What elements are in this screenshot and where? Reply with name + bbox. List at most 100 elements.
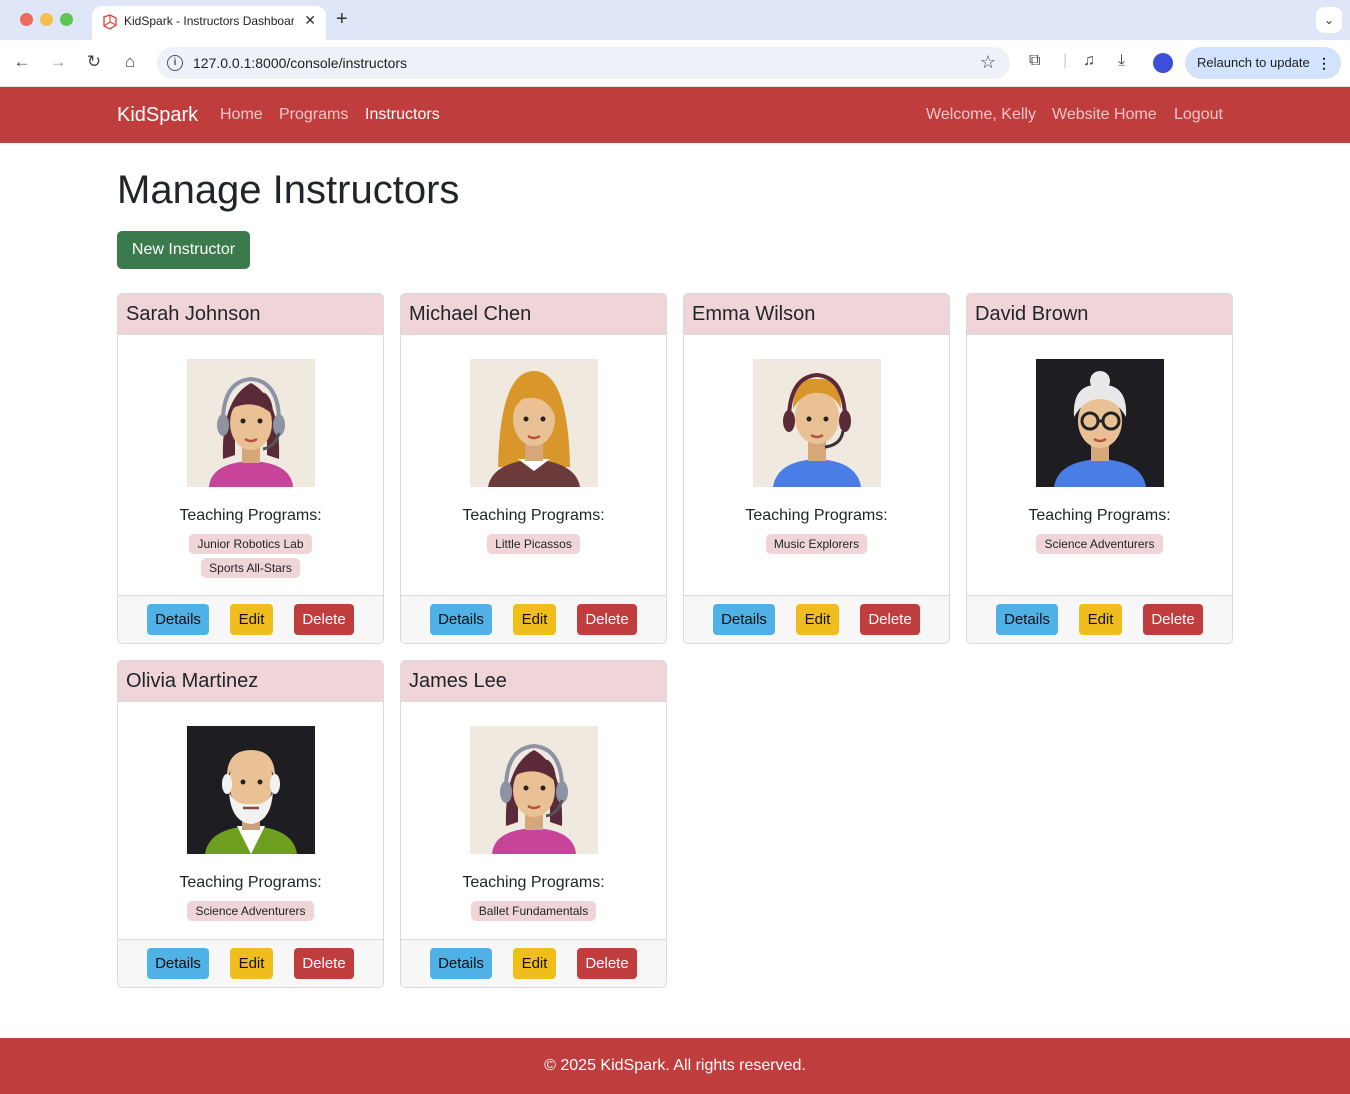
card-footer: Details Edit Delete (118, 939, 383, 987)
program-badge: Little Picassos (487, 534, 580, 554)
woman-headset-avatar (470, 726, 598, 854)
program-badge: Music Explorers (765, 534, 868, 554)
details-button[interactable]: Details (713, 604, 775, 635)
delete-button[interactable]: Delete (577, 604, 637, 635)
delete-button[interactable]: Delete (577, 948, 637, 979)
program-badge: Sports All-Stars (201, 558, 300, 578)
edit-button[interactable]: Edit (513, 604, 556, 635)
tab-title: KidSpark - Instructors Dashboard (124, 14, 294, 28)
instructor-card: James Lee Teaching Programs: Ballet Fund… (400, 660, 667, 988)
delete-button[interactable]: Delete (860, 604, 920, 635)
teaching-programs-label: Teaching Programs: (179, 874, 322, 891)
card-footer: Details Edit Delete (118, 595, 383, 643)
new-instructor-button[interactable]: New Instructor (117, 231, 250, 269)
home-icon[interactable]: ⌂ (120, 52, 140, 72)
edit-button[interactable]: Edit (513, 948, 556, 979)
delete-button[interactable]: Delete (294, 948, 354, 979)
details-button[interactable]: Details (996, 604, 1058, 635)
logout-link[interactable]: Logout (1174, 106, 1223, 124)
program-badge-list: Science Adventurers (118, 901, 383, 925)
program-badge-list: Little Picassos (401, 534, 666, 558)
man-headset-avatar (753, 359, 881, 487)
blonde-woman-avatar (470, 359, 598, 487)
page-title: Manage Instructors (117, 168, 460, 212)
browser-tab[interactable]: KidSpark - Instructors Dashboard ✕ (92, 6, 326, 40)
bookmark-star-icon[interactable]: ☆ (980, 52, 996, 73)
tab-search-chevron-icon[interactable]: ⌄ (1316, 7, 1342, 33)
woman-headset-avatar (187, 359, 315, 487)
relaunch-label: Relaunch to update (1197, 55, 1310, 70)
program-badge: Science Adventurers (1036, 534, 1163, 554)
close-tab-icon[interactable]: ✕ (304, 12, 316, 29)
edit-button[interactable]: Edit (230, 948, 273, 979)
edit-button[interactable]: Edit (230, 604, 273, 635)
profile-avatar-icon[interactable] (1153, 53, 1173, 73)
bearded-elder-avatar (187, 726, 315, 854)
instructor-card: Michael Chen Teaching Programs: Little P… (400, 293, 667, 644)
teaching-programs-label: Teaching Programs: (745, 507, 888, 524)
forward-arrow-icon[interactable]: → (48, 52, 68, 72)
teaching-programs-label: Teaching Programs: (1028, 507, 1171, 524)
nav-link-instructors[interactable]: Instructors (365, 106, 440, 124)
program-badge: Science Adventurers (187, 901, 314, 921)
toolbar-divider: | (1063, 52, 1068, 69)
instructor-name: Michael Chen (401, 294, 666, 335)
nav-link-home[interactable]: Home (220, 106, 263, 124)
address-bar[interactable]: i 127.0.0.1:8000/console/instructors ☆ (157, 47, 1010, 79)
extensions-puzzle-icon[interactable]: ⧉ (1029, 52, 1040, 70)
laravel-icon (103, 14, 117, 30)
card-footer: Details Edit Delete (401, 939, 666, 987)
instructor-card: David Brown Teaching Programs: Science A… (966, 293, 1233, 644)
delete-button[interactable]: Delete (1143, 604, 1203, 635)
back-arrow-icon[interactable]: ← (12, 52, 32, 72)
instructor-card: Emma Wilson Teaching Programs: Music Exp… (683, 293, 950, 644)
card-footer: Details Edit Delete (967, 595, 1232, 643)
instructor-card: Olivia Martinez Teaching Programs: Scien… (117, 660, 384, 988)
url-text[interactable]: 127.0.0.1:8000/console/instructors (193, 55, 407, 71)
program-badge-list: Junior Robotics Lab Sports All-Stars (118, 534, 383, 582)
teaching-programs-label: Teaching Programs: (179, 507, 322, 524)
teaching-programs-label: Teaching Programs: (462, 874, 605, 891)
media-control-icon[interactable]: ♫ (1083, 52, 1095, 70)
instructor-name: Olivia Martinez (118, 661, 383, 702)
details-button[interactable]: Details (147, 948, 209, 979)
program-badge-list: Ballet Fundamentals (401, 901, 666, 925)
card-footer: Details Edit Delete (684, 595, 949, 643)
delete-button[interactable]: Delete (294, 604, 354, 635)
new-tab-icon[interactable]: + (336, 8, 348, 31)
site-info-icon[interactable]: i (167, 55, 183, 71)
website-home-link[interactable]: Website Home (1052, 106, 1157, 124)
browser-tab-strip: KidSpark - Instructors Dashboard ✕ + ⌄ (0, 0, 1350, 40)
instructor-name: David Brown (967, 294, 1232, 335)
elder-woman-glasses-avatar (1036, 359, 1164, 487)
program-badge: Ballet Fundamentals (470, 901, 597, 921)
welcome-user-link[interactable]: Welcome, Kelly (926, 106, 1036, 124)
close-window-button[interactable] (20, 13, 33, 26)
maximize-window-button[interactable] (60, 13, 73, 26)
site-footer: © 2025 KidSpark. All rights reserved. (0, 1038, 1350, 1094)
relaunch-to-update-button[interactable]: Relaunch to update ⋮ (1185, 47, 1341, 79)
footer-copyright: © 2025 KidSpark. All rights reserved. (544, 1057, 806, 1074)
edit-button[interactable]: Edit (796, 604, 839, 635)
instructor-name: Sarah Johnson (118, 294, 383, 335)
edit-button[interactable]: Edit (1079, 604, 1122, 635)
instructor-name: Emma Wilson (684, 294, 949, 335)
brand-logo[interactable]: KidSpark (117, 104, 198, 127)
reload-icon[interactable]: ↻ (84, 52, 104, 72)
program-badge-list: Science Adventurers (967, 534, 1232, 558)
details-button[interactable]: Details (430, 604, 492, 635)
details-button[interactable]: Details (147, 604, 209, 635)
instructor-card: Sarah Johnson Teaching Programs: Junior … (117, 293, 384, 644)
details-button[interactable]: Details (430, 948, 492, 979)
program-badge: Junior Robotics Lab (189, 534, 312, 554)
minimize-window-button[interactable] (40, 13, 53, 26)
more-options-icon[interactable]: ⋮ (1317, 47, 1331, 79)
program-badge-list: Music Explorers (684, 534, 949, 558)
teaching-programs-label: Teaching Programs: (462, 507, 605, 524)
browser-toolbar: ← → ↻ ⌂ i 127.0.0.1:8000/console/instruc… (0, 40, 1350, 87)
card-footer: Details Edit Delete (401, 595, 666, 643)
nav-link-programs[interactable]: Programs (279, 106, 348, 124)
download-icon[interactable]: ⤓ (1118, 52, 1125, 70)
site-navbar: KidSpark Home Programs Instructors Welco… (0, 87, 1350, 143)
instructor-name: James Lee (401, 661, 666, 702)
